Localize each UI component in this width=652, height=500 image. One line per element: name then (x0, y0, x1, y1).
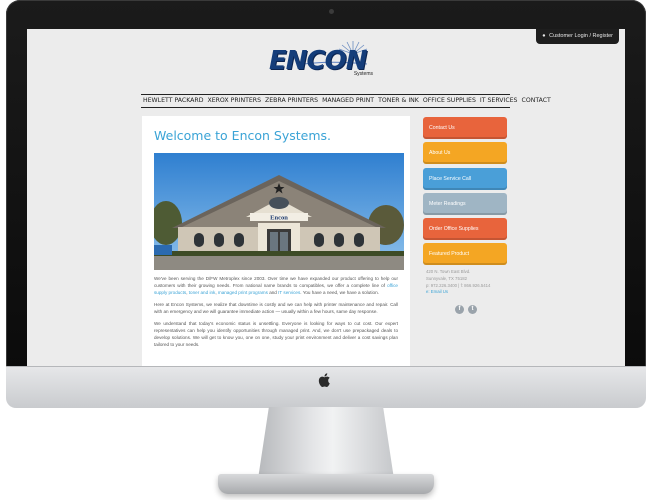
imac-stand-base (218, 474, 434, 494)
nav-xerox-printers[interactable]: XEROX PRINTERS (205, 95, 263, 107)
it-services-link[interactable]: IT services (278, 290, 300, 295)
nav-managed-print[interactable]: MANAGED PRINT (320, 95, 376, 107)
address-line: 420 N. Town East Blvd. (426, 269, 471, 275)
about-us-button[interactable]: About Us (423, 142, 507, 165)
encon-logo[interactable]: ENCON Systems (267, 40, 383, 82)
toner-ink-link[interactable]: toner and ink (189, 290, 216, 295)
economy-paragraph: We understand that today's economic stat… (154, 321, 398, 347)
facebook-icon[interactable]: f (455, 304, 464, 314)
intro-text: . You have a need, we have a solution. (300, 290, 379, 295)
lock-icon: ● (542, 33, 546, 39)
place-service-call-button[interactable]: Place Service Call (423, 167, 507, 190)
apple-logo-icon (318, 372, 332, 388)
nav-toner-ink[interactable]: TONER & INK (376, 95, 421, 107)
service-paragraph: Here at Encon Systems, we realize that d… (154, 302, 398, 314)
nav-zebra-printers[interactable]: ZEBRA PRINTERS (263, 95, 320, 107)
email-us-link[interactable]: e: Email Us (426, 289, 507, 296)
address-line: Sunnyvale, TX 75182 (426, 276, 468, 282)
sidebar: Contact Us About Us Place Service Call M… (423, 117, 507, 314)
order-office-supplies-button[interactable]: Order Office Supplies (423, 218, 507, 241)
phone-fax: p: 972.226.3400 | f: 866.926.5414 (426, 282, 491, 288)
managed-print-link[interactable]: managed print programs (218, 290, 268, 295)
contact-address: 420 N. Town East Blvd. Sunnyvale, TX 751… (423, 269, 507, 295)
twitter-icon[interactable]: t (468, 304, 477, 314)
nav-contact[interactable]: CONTACT (520, 95, 553, 107)
intro-text: and (267, 290, 279, 295)
main-content: Welcome to Encon Systems. Encon We've be… (142, 116, 410, 366)
nav-it-services[interactable]: IT SERVICES (478, 95, 520, 107)
camera-icon (329, 9, 334, 14)
nav-office-supplies[interactable]: OFFICE SUPPLIES (421, 95, 478, 107)
building-sign: Encon (270, 215, 288, 222)
customer-login-button[interactable]: ● Customer Login / Register (536, 29, 619, 44)
website-screen: ● Customer Login / Register ENCON System… (27, 29, 625, 366)
intro-paragraph: We've been serving the D/FW Metroplex si… (154, 275, 398, 296)
meter-readings-button[interactable]: Meter Readings (423, 192, 507, 215)
social-links: f t (423, 304, 507, 314)
logo-subtitle: Systems (353, 71, 373, 77)
contact-us-button[interactable]: Contact Us (423, 117, 507, 139)
nav-hewlett-packard[interactable]: HEWLETT PACKARD (141, 95, 205, 107)
customer-login-label: Customer Login / Register (549, 33, 613, 39)
main-navigation: HEWLETT PACKARD XEROX PRINTERS ZEBRA PRI… (141, 94, 551, 108)
imac-stand (258, 407, 394, 479)
building-photo: Encon (154, 153, 404, 270)
page-title: Welcome to Encon Systems. (154, 128, 332, 143)
intro-text: We've been serving the D/FW Metroplex si… (154, 276, 398, 288)
featured-product-button[interactable]: Featured Product (423, 243, 507, 266)
logo-wordmark: ENCON (269, 46, 367, 76)
